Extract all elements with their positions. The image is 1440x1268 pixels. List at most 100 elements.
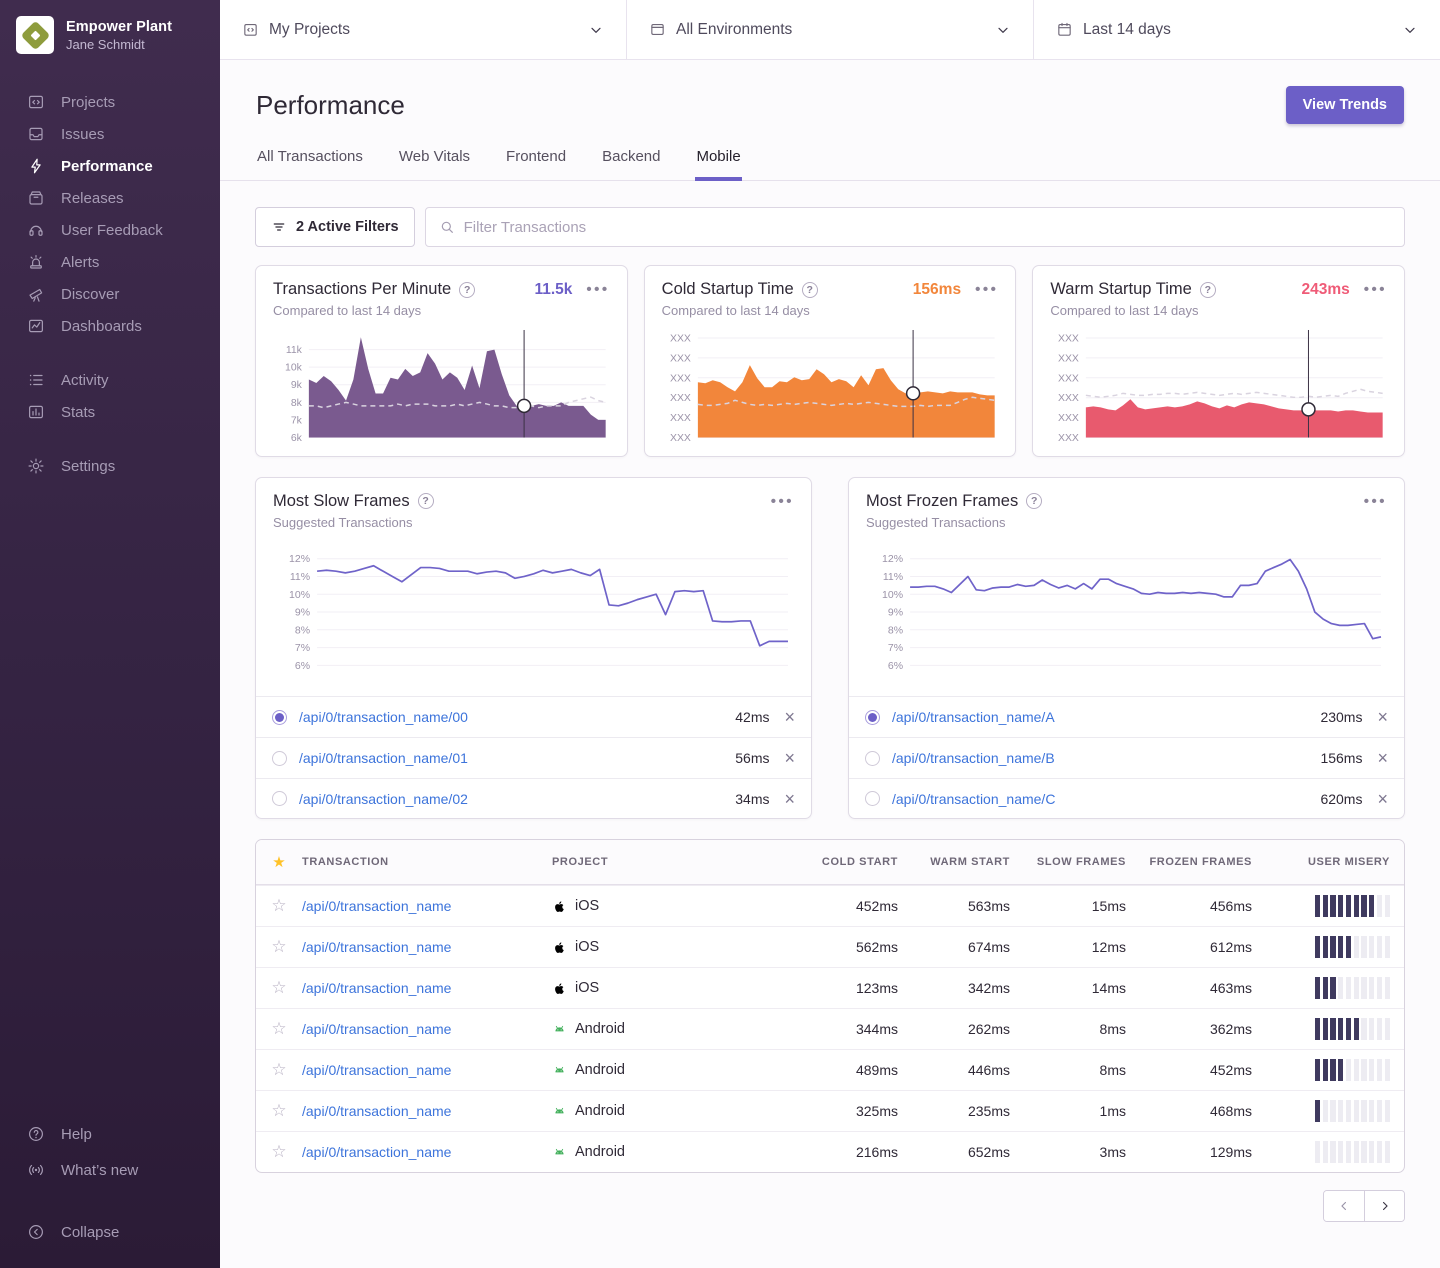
table-row[interactable]: ☆ /api/0/transaction_name iOS 562ms 674m… xyxy=(256,926,1404,967)
radio-button[interactable] xyxy=(865,791,880,806)
apple-icon xyxy=(552,940,567,955)
table-row[interactable]: ☆ /api/0/transaction_name iOS 123ms 342m… xyxy=(256,967,1404,1008)
column-header[interactable]: FROZEN FRAMES xyxy=(1144,856,1270,868)
help-circle-icon[interactable]: ? xyxy=(418,493,434,509)
radio-button[interactable] xyxy=(272,791,287,806)
column-header[interactable]: PROJECT xyxy=(552,856,806,868)
sidebar-item-help[interactable]: Help xyxy=(0,1116,220,1152)
user-misery-bar xyxy=(1270,895,1404,917)
star-icon[interactable]: ★ xyxy=(256,853,302,871)
sidebar-collapse[interactable]: Collapse xyxy=(0,1214,220,1250)
table-row[interactable]: ☆ /api/0/transaction_name iOS 452ms 563m… xyxy=(256,885,1404,926)
radio-button[interactable] xyxy=(272,751,287,766)
transaction-link[interactable]: /api/0/transaction_name/01 xyxy=(299,750,468,766)
tab-backend[interactable]: Backend xyxy=(601,140,661,181)
org-name: Empower Plant xyxy=(66,19,172,35)
sidebar-item-activity[interactable]: Activity xyxy=(0,364,220,396)
star-outline-icon[interactable]: ☆ xyxy=(256,937,302,957)
svg-text:XXX: XXX xyxy=(670,333,691,344)
close-icon[interactable]: × xyxy=(784,790,795,808)
help-circle-icon[interactable]: ? xyxy=(1200,282,1216,298)
table-row[interactable]: ☆ /api/0/transaction_name Android 344ms … xyxy=(256,1008,1404,1049)
close-icon[interactable]: × xyxy=(1377,790,1388,808)
date-range-selector[interactable]: Last 14 days xyxy=(1033,0,1440,59)
column-header[interactable]: TRANSACTION xyxy=(302,856,552,868)
transaction-link[interactable]: /api/0/transaction_name xyxy=(302,898,552,914)
transaction-link[interactable]: /api/0/transaction_name xyxy=(302,1062,552,1078)
close-icon[interactable]: × xyxy=(784,708,795,726)
sidebar-item-what-s-new[interactable]: What’s new xyxy=(0,1152,220,1188)
transaction-link[interactable]: /api/0/transaction_name/02 xyxy=(299,791,468,807)
column-header[interactable]: COLD START xyxy=(806,856,916,868)
card-menu-button[interactable]: ••• xyxy=(586,282,609,297)
transaction-link[interactable]: /api/0/transaction_name xyxy=(302,1103,552,1119)
active-filters-button[interactable]: 2 Active Filters xyxy=(255,207,415,247)
column-header[interactable]: SLOW FRAMES xyxy=(1028,856,1144,868)
card-menu-button[interactable]: ••• xyxy=(1364,494,1387,509)
transaction-link[interactable]: /api/0/transaction_name/C xyxy=(892,791,1055,807)
close-icon[interactable]: × xyxy=(784,749,795,767)
sidebar-item-releases[interactable]: Releases xyxy=(0,182,220,214)
table-row[interactable]: ☆ /api/0/transaction_name Android 489ms … xyxy=(256,1049,1404,1090)
sidebar-item-projects[interactable]: Projects xyxy=(0,86,220,118)
svg-text:XXX: XXX xyxy=(670,353,691,364)
transactions-table: ★ TRANSACTION PROJECT COLD START WARM ST… xyxy=(255,839,1405,1173)
close-icon[interactable]: × xyxy=(1377,708,1388,726)
environment-selector[interactable]: All Environments xyxy=(626,0,1033,59)
svg-text:XXX: XXX xyxy=(670,393,691,404)
card-menu-button[interactable]: ••• xyxy=(975,282,998,297)
sidebar-item-performance[interactable]: Performance xyxy=(0,150,220,182)
transaction-link[interactable]: /api/0/transaction_name/00 xyxy=(299,709,468,725)
transaction-link[interactable]: /api/0/transaction_name xyxy=(302,1144,552,1160)
star-outline-icon[interactable]: ☆ xyxy=(256,1019,302,1039)
star-outline-icon[interactable]: ☆ xyxy=(256,1101,302,1121)
card-menu-button[interactable]: ••• xyxy=(771,494,794,509)
help-circle-icon[interactable]: ? xyxy=(1026,493,1042,509)
next-page-button[interactable] xyxy=(1364,1191,1404,1221)
column-header[interactable]: USER MISERY xyxy=(1270,856,1404,868)
view-trends-button[interactable]: View Trends xyxy=(1286,86,1404,124)
tab-web-vitals[interactable]: Web Vitals xyxy=(398,140,471,181)
sidebar-item-settings[interactable]: Settings xyxy=(0,450,220,482)
table-row[interactable]: ☆ /api/0/transaction_name Android 325ms … xyxy=(256,1090,1404,1131)
svg-text:XXX: XXX xyxy=(1058,393,1079,404)
sidebar-item-user-feedback[interactable]: User Feedback xyxy=(0,214,220,246)
sidebar-item-issues[interactable]: Issues xyxy=(0,118,220,150)
star-outline-icon[interactable]: ☆ xyxy=(256,896,302,916)
card-title: Transactions Per Minute ? xyxy=(273,280,475,299)
cold-start-value: 489ms xyxy=(806,1062,916,1078)
help-circle-icon[interactable]: ? xyxy=(802,282,818,298)
project-cell: Android xyxy=(552,1144,806,1160)
tab-all-transactions[interactable]: All Transactions xyxy=(256,140,364,181)
search-input[interactable] xyxy=(464,219,1391,236)
radio-button[interactable] xyxy=(272,710,287,725)
sidebar-item-dashboards[interactable]: Dashboards xyxy=(0,310,220,342)
help-circle-icon[interactable]: ? xyxy=(459,282,475,298)
card-menu-button[interactable]: ••• xyxy=(1364,282,1387,297)
transaction-link[interactable]: /api/0/transaction_name xyxy=(302,939,552,955)
star-outline-icon[interactable]: ☆ xyxy=(256,1142,302,1162)
star-outline-icon[interactable]: ☆ xyxy=(256,978,302,998)
card-title: Most Frozen Frames ? xyxy=(866,492,1042,511)
project-selector[interactable]: My Projects xyxy=(220,0,626,59)
radio-button[interactable] xyxy=(865,751,880,766)
sidebar-item-alerts[interactable]: Alerts xyxy=(0,246,220,278)
star-outline-icon[interactable]: ☆ xyxy=(256,1060,302,1080)
org-switcher[interactable]: Empower Plant Jane Schmidt xyxy=(0,16,220,54)
active-filters-label: 2 Active Filters xyxy=(296,219,399,235)
card-title: Cold Startup Time ? xyxy=(662,280,818,299)
radio-button[interactable] xyxy=(865,710,880,725)
sidebar-item-stats[interactable]: Stats xyxy=(0,396,220,428)
close-icon[interactable]: × xyxy=(1377,749,1388,767)
transaction-link[interactable]: /api/0/transaction_name/B xyxy=(892,750,1055,766)
sidebar-item-discover[interactable]: Discover xyxy=(0,278,220,310)
transaction-link[interactable]: /api/0/transaction_name xyxy=(302,1021,552,1037)
column-header[interactable]: WARM START xyxy=(916,856,1028,868)
tab-mobile[interactable]: Mobile xyxy=(695,140,741,181)
transaction-link[interactable]: /api/0/transaction_name/A xyxy=(892,709,1055,725)
tab-frontend[interactable]: Frontend xyxy=(505,140,567,181)
transaction-link[interactable]: /api/0/transaction_name xyxy=(302,980,552,996)
stats-icon xyxy=(26,402,46,422)
previous-page-button[interactable] xyxy=(1324,1191,1364,1221)
table-row[interactable]: ☆ /api/0/transaction_name Android 216ms … xyxy=(256,1131,1404,1172)
